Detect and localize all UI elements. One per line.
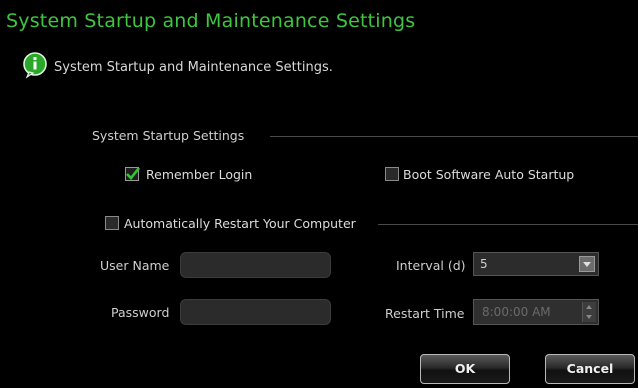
auto-restart-checkbox[interactable] [105,216,119,230]
checkmark-icon [126,167,141,180]
password-input[interactable] [180,299,331,325]
restart-time-value: 8:00:00 AM [482,305,551,319]
cancel-button[interactable]: Cancel [545,354,635,384]
restart-time-label: Restart Time [385,306,465,321]
group-divider-restart [378,224,638,225]
interval-select[interactable]: 5 [473,252,599,276]
group-label-startup: System Startup Settings [92,128,245,143]
auto-restart-label[interactable]: Automatically Restart Your Computer [124,216,356,231]
boot-auto-startup-label[interactable]: Boot Software Auto Startup [403,167,574,182]
interval-label: Interval (d) [396,258,466,273]
ok-button[interactable]: OK [420,354,510,384]
user-name-label: User Name [100,258,170,273]
group-divider-startup [270,136,638,137]
spin-down-icon[interactable] [586,315,592,319]
chevron-down-icon[interactable] [579,256,595,272]
remember-login-label[interactable]: Remember Login [146,167,252,182]
spin-up-icon[interactable] [586,305,592,309]
info-text: System Startup and Maintenance Settings. [54,60,333,75]
spin-buttons[interactable] [582,302,596,322]
boot-auto-startup-checkbox[interactable] [385,167,399,181]
remember-login-checkbox[interactable] [125,167,141,181]
info-bubble-icon [23,52,47,79]
password-label: Password [111,305,170,320]
interval-value: 5 [480,257,488,271]
restart-time-spinbox[interactable]: 8:00:00 AM [473,299,599,325]
dialog-title: System Startup and Maintenance Settings [6,10,416,32]
user-name-input[interactable] [180,252,331,278]
